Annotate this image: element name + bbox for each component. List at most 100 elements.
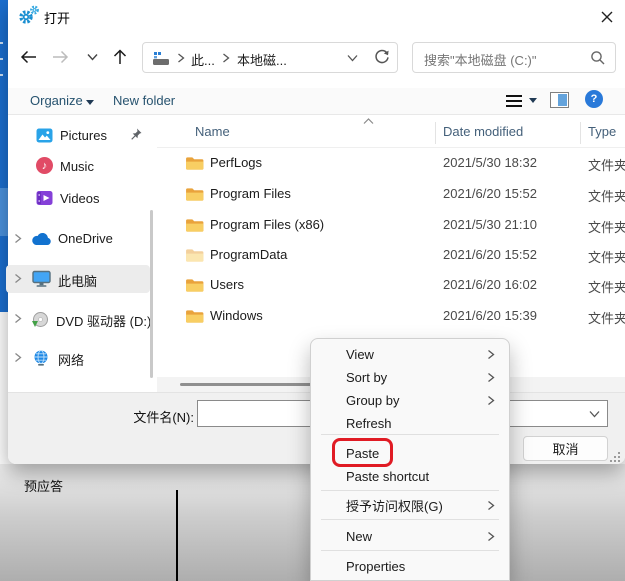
new-folder-button[interactable]: New folder <box>113 93 175 108</box>
close-button[interactable] <box>595 6 619 28</box>
table-row[interactable]: ProgramData 2021/6/20 15:52 文件夹 <box>165 240 620 270</box>
file-date: 2021/6/20 15:39 <box>443 308 537 323</box>
menu-item-new[interactable]: New <box>312 525 508 548</box>
expand-chevron-icon[interactable] <box>14 313 22 324</box>
menu-item-paste[interactable]: Paste <box>312 442 508 465</box>
sort-ascending-icon <box>363 118 374 125</box>
up-button[interactable] <box>108 45 132 69</box>
resize-grip[interactable] <box>608 450 621 463</box>
table-row[interactable]: Windows 2021/6/20 15:39 文件夹 <box>165 301 620 331</box>
menu-separator <box>321 490 499 491</box>
menu-item-refresh[interactable]: Refresh <box>312 412 508 435</box>
organize-button[interactable]: Organize <box>30 93 83 108</box>
file-date: 2021/5/30 21:10 <box>443 217 537 232</box>
file-type: 文件夹 <box>588 277 625 296</box>
network-icon <box>32 349 50 367</box>
file-name: PerfLogs <box>210 155 262 170</box>
menu-item-properties[interactable]: Properties <box>312 555 508 578</box>
forward-button[interactable] <box>48 45 72 69</box>
file-type: 文件夹 <box>588 247 625 266</box>
menu-separator <box>321 550 499 551</box>
table-row[interactable]: Program Files 2021/6/20 15:52 文件夹 <box>165 179 620 209</box>
sidebar-item-onedrive[interactable]: OneDrive <box>8 225 156 253</box>
sidebar-item-this-pc[interactable]: 此电脑 <box>6 265 150 293</box>
dialog-title: 打开 <box>44 8 70 27</box>
submenu-chevron-icon <box>487 500 495 511</box>
music-icon: ♪ <box>36 157 53 174</box>
breadcrumb-chevron-icon <box>222 53 230 63</box>
file-name: Users <box>210 277 244 292</box>
refresh-button[interactable] <box>373 48 391 66</box>
file-name: ProgramData <box>210 247 287 262</box>
breadcrumb-this-pc[interactable]: 此... <box>191 50 215 69</box>
sidebar-item-music[interactable]: ♪ Music <box>8 153 156 181</box>
preview-pane-button[interactable] <box>550 92 569 108</box>
column-header-name[interactable]: Name <box>195 124 230 139</box>
submenu-chevron-icon <box>487 349 495 360</box>
combo-chevron-down-icon[interactable] <box>589 410 600 418</box>
file-date: 2021/6/20 15:52 <box>443 186 537 201</box>
sidebar-scrollbar[interactable] <box>150 210 153 378</box>
submenu-chevron-icon <box>487 531 495 542</box>
column-divider[interactable] <box>580 122 581 144</box>
column-header-date-modified[interactable]: Date modified <box>443 124 523 139</box>
background-divider-line <box>176 490 178 581</box>
menu-separator <box>321 434 499 435</box>
view-mode-dropdown-icon[interactable] <box>529 98 537 103</box>
file-type: 文件夹 <box>588 186 625 205</box>
close-icon <box>600 10 614 24</box>
file-type: 文件夹 <box>588 217 625 236</box>
file-name: Program Files (x86) <box>210 217 324 232</box>
menu-item-view[interactable]: View <box>312 343 508 366</box>
expand-chevron-icon[interactable] <box>14 352 22 363</box>
back-button[interactable] <box>16 45 40 69</box>
menu-item-group-by[interactable]: Group by <box>312 389 508 412</box>
table-row[interactable]: Users 2021/6/20 16:02 文件夹 <box>165 270 620 300</box>
view-mode-button[interactable] <box>506 92 522 110</box>
folder-icon <box>185 278 204 293</box>
column-divider[interactable] <box>435 122 436 144</box>
file-date: 2021/6/20 15:52 <box>443 247 537 262</box>
app-gears-icon <box>17 5 41 25</box>
breadcrumb-local-disk[interactable]: 本地磁... <box>237 50 287 69</box>
submenu-chevron-icon <box>487 372 495 383</box>
expand-chevron-icon[interactable] <box>14 233 22 244</box>
folder-icon <box>185 156 204 171</box>
dvd-drive-icon <box>31 311 49 328</box>
refresh-icon <box>373 48 391 66</box>
chevron-down-icon <box>87 53 98 61</box>
table-row[interactable]: PerfLogs 2021/5/30 18:32 文件夹 <box>165 148 620 178</box>
organize-dropdown-icon <box>86 100 94 105</box>
cancel-button[interactable]: 取消 <box>523 436 608 461</box>
address-dropdown-button[interactable] <box>347 54 358 62</box>
help-button[interactable]: ? <box>585 90 603 108</box>
folder-icon <box>185 187 204 202</box>
sidebar-item-dvd-drive[interactable]: DVD 驱动器 (D:) <box>8 305 156 333</box>
submenu-chevron-icon <box>487 395 495 406</box>
sidebar-item-network[interactable]: 网络 <box>8 344 156 372</box>
pictures-icon <box>36 127 53 144</box>
expand-chevron-icon[interactable] <box>14 273 22 284</box>
menu-item-sort-by[interactable]: Sort by <box>312 366 508 389</box>
menu-separator <box>321 519 499 520</box>
recent-locations-button[interactable] <box>80 45 104 69</box>
folder-icon-hidden <box>185 248 204 263</box>
videos-icon <box>36 190 53 206</box>
menu-item-paste-shortcut[interactable]: Paste shortcut <box>312 465 508 488</box>
folder-icon <box>185 309 204 324</box>
sidebar-item-videos[interactable]: Videos <box>8 185 156 213</box>
pin-icon <box>128 127 143 142</box>
drive-icon <box>152 51 171 66</box>
column-header-type[interactable]: Type <box>588 124 616 139</box>
folder-icon <box>185 218 204 233</box>
file-name: Program Files <box>210 186 291 201</box>
onedrive-icon <box>31 232 52 246</box>
sidebar-item-pictures[interactable]: Pictures <box>8 122 156 150</box>
file-type: 文件夹 <box>588 308 625 327</box>
this-pc-icon <box>32 270 51 288</box>
table-row[interactable]: Program Files (x86) 2021/5/30 21:10 文件夹 <box>165 210 620 240</box>
file-type: 文件夹 <box>588 155 625 174</box>
file-name: Windows <box>210 308 263 323</box>
menu-item-give-access-to[interactable]: 授予访问权限(G) <box>312 494 508 517</box>
context-menu: View Sort by Group by Refresh Paste Past… <box>310 338 510 581</box>
